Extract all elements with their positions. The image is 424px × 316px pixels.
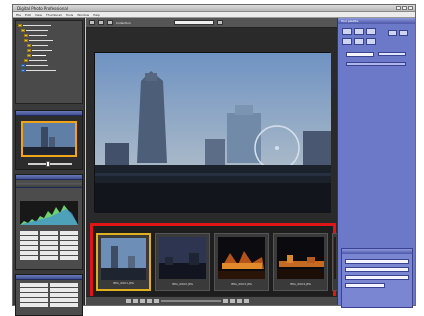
tool-palette-controls: [342, 28, 412, 92]
search-field[interactable]: [173, 20, 214, 25]
thumb-caption: IMG_0002.JPG: [172, 282, 193, 286]
first-icon[interactable]: [126, 299, 131, 303]
folder-icon: [27, 54, 31, 57]
title-bar: Digital Photo Professional: [13, 5, 415, 12]
folder-icon: [27, 49, 31, 52]
zoom-slider-knob[interactable]: [46, 161, 50, 167]
forward-icon[interactable]: [98, 20, 104, 25]
last-icon[interactable]: [154, 299, 159, 303]
menu-edit[interactable]: Edit: [25, 12, 31, 17]
tool-button[interactable]: [399, 30, 408, 36]
filmstrip-scrollbar[interactable]: [161, 300, 221, 302]
filmstrip-thumb-2[interactable]: IMG_0002.JPG: [155, 233, 210, 291]
palette-lower-section: [341, 248, 413, 308]
main-image-viewer[interactable]: [94, 52, 331, 213]
grid-icon[interactable]: [107, 20, 113, 25]
minimize-button[interactable]: [396, 6, 401, 10]
palette-field[interactable]: [345, 275, 409, 280]
navigator-image: [23, 123, 75, 155]
close-button[interactable]: [408, 6, 413, 10]
filmstrip-thumb-4[interactable]: IMG_0004.JPG: [273, 233, 328, 291]
folder-icon: [24, 59, 28, 62]
maximize-button[interactable]: [402, 6, 407, 10]
back-icon[interactable]: [89, 20, 95, 25]
navigator-thumbnail[interactable]: [21, 121, 77, 157]
histogram-header: [16, 175, 82, 180]
folder-icon: [24, 34, 28, 37]
main-viewer-area: Collection IMG_0001.JPG IMG_0002.JPG IMG…: [86, 18, 338, 305]
tool-palette: Tool palette: [337, 18, 415, 308]
folder-icon: [24, 39, 28, 42]
viewer-toolbar: Collection: [86, 18, 338, 28]
window-controls: [396, 6, 413, 10]
app-window: Digital Photo Professional File Edit Vie…: [12, 4, 416, 316]
prev-icon[interactable]: [133, 299, 138, 303]
filmstrip-thumb-3[interactable]: IMG_0003.JPG: [214, 233, 269, 291]
palette-field[interactable]: [345, 283, 385, 288]
play-icon[interactable]: [140, 299, 145, 303]
zoom-slider[interactable]: [28, 161, 72, 167]
menu-help[interactable]: Help: [93, 12, 100, 17]
tool-palette-header: Tool palette: [338, 18, 415, 24]
tool-button[interactable]: [366, 38, 376, 45]
star-icon[interactable]: [237, 299, 242, 303]
navigator-header: [16, 111, 82, 116]
tool-button[interactable]: [354, 28, 364, 35]
tool-button[interactable]: [342, 38, 352, 45]
menu-window[interactable]: Window: [77, 12, 89, 17]
slider[interactable]: [378, 52, 406, 56]
slider[interactable]: [346, 62, 406, 66]
tool-button[interactable]: [366, 28, 376, 35]
filmstrip: IMG_0001.JPG IMG_0002.JPG IMG_0003.JPG I…: [90, 223, 338, 301]
check-icon[interactable]: [244, 299, 249, 303]
thumb-caption: IMG_0004.JPG: [290, 282, 311, 286]
folder-icon: [21, 69, 25, 72]
value-field[interactable]: [346, 52, 374, 57]
tool-button[interactable]: [354, 38, 364, 45]
window-title: Digital Photo Professional: [17, 6, 68, 11]
palette-field[interactable]: [345, 267, 409, 272]
menu-tools[interactable]: Tools: [66, 12, 73, 17]
info-table: [20, 231, 78, 261]
filmstrip-thumb-1[interactable]: IMG_0001.JPG: [96, 233, 151, 291]
metadata-header: [16, 275, 82, 280]
tool-button[interactable]: [342, 28, 352, 35]
metadata-panel: [15, 274, 83, 316]
thumb-caption: IMG_0003.JPG: [231, 282, 252, 286]
settings-icon[interactable]: [216, 20, 223, 25]
menu-file[interactable]: File: [16, 12, 21, 17]
viewer-bottom-bar: [86, 296, 338, 305]
main-image: [95, 53, 331, 213]
toolbar-label: Collection: [116, 20, 131, 25]
rotate-right-icon[interactable]: [230, 299, 235, 303]
menu-thumbnail[interactable]: Thumbnail: [46, 12, 62, 17]
left-panel: [13, 18, 85, 316]
next-icon[interactable]: [147, 299, 152, 303]
navigator-panel: [15, 110, 83, 170]
tree-item[interactable]: [18, 68, 80, 73]
folder-icon: [21, 64, 25, 67]
menu-view[interactable]: View: [35, 12, 42, 17]
folder-tree[interactable]: [15, 20, 83, 104]
folder-icon: [18, 24, 22, 27]
palette-field[interactable]: [345, 259, 409, 264]
palette-section-header: [342, 249, 412, 254]
tool-button[interactable]: [388, 30, 397, 36]
rotate-left-icon[interactable]: [223, 299, 228, 303]
thumb-caption: IMG_0001.JPG: [113, 281, 134, 285]
folder-icon: [21, 29, 25, 32]
folder-icon: [27, 44, 31, 47]
histogram-panel: [15, 174, 83, 270]
histogram-graph: [20, 201, 78, 225]
